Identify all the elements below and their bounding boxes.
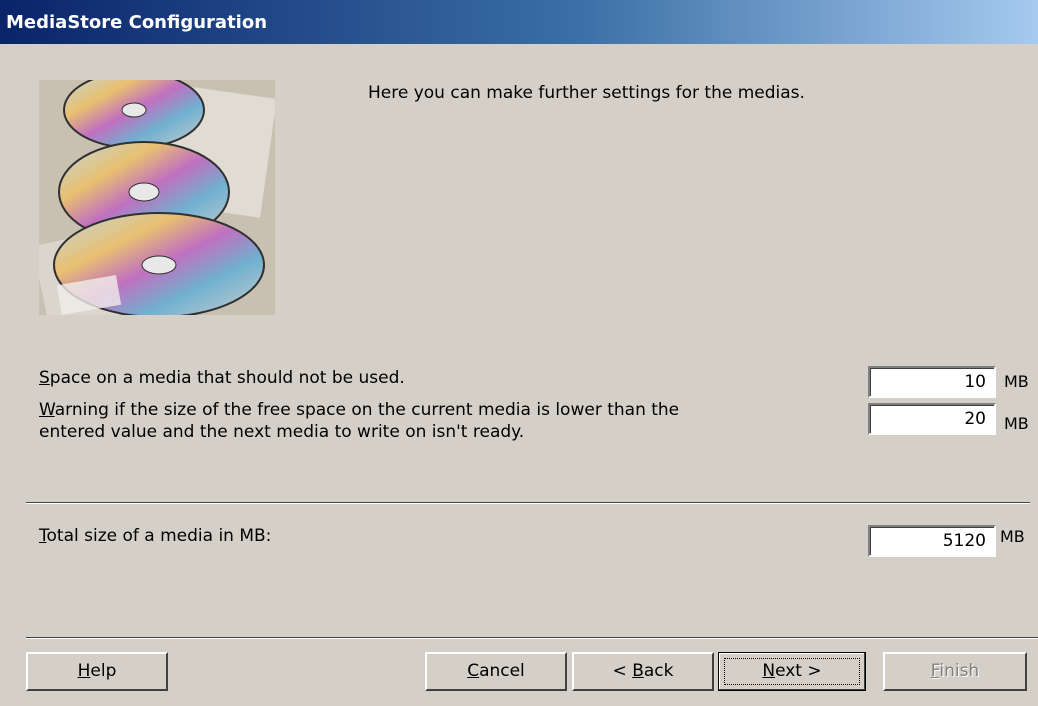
title-bar: MediaStore Configuration	[0, 0, 1038, 44]
cd-discs-image	[39, 80, 275, 315]
next-button[interactable]: Next >	[718, 652, 866, 691]
total-size-label: Total size of a media in MB:	[39, 526, 272, 546]
unused-space-field[interactable]: 10	[868, 366, 996, 398]
total-size-unit: MB	[1000, 527, 1025, 546]
total-size-field[interactable]: 5120	[868, 525, 996, 557]
button-separator	[26, 637, 1038, 639]
help-button[interactable]: Help	[26, 652, 168, 691]
back-button[interactable]: < Back	[572, 652, 714, 691]
finish-button: Finish	[883, 652, 1027, 691]
unused-space-label: Space on a media that should not be used…	[39, 368, 405, 388]
focus-rect: Next >	[724, 658, 860, 685]
warning-label: Warning if the size of the free space on…	[39, 400, 680, 442]
separator	[26, 502, 1030, 504]
window-title: MediaStore Configuration	[6, 12, 268, 33]
cancel-button[interactable]: Cancel	[425, 652, 567, 691]
unused-space-unit: MB	[1004, 372, 1029, 391]
warning-field[interactable]: 20	[868, 403, 996, 435]
warning-unit: MB	[1004, 414, 1029, 433]
intro-text: Here you can make further settings for t…	[368, 83, 805, 103]
